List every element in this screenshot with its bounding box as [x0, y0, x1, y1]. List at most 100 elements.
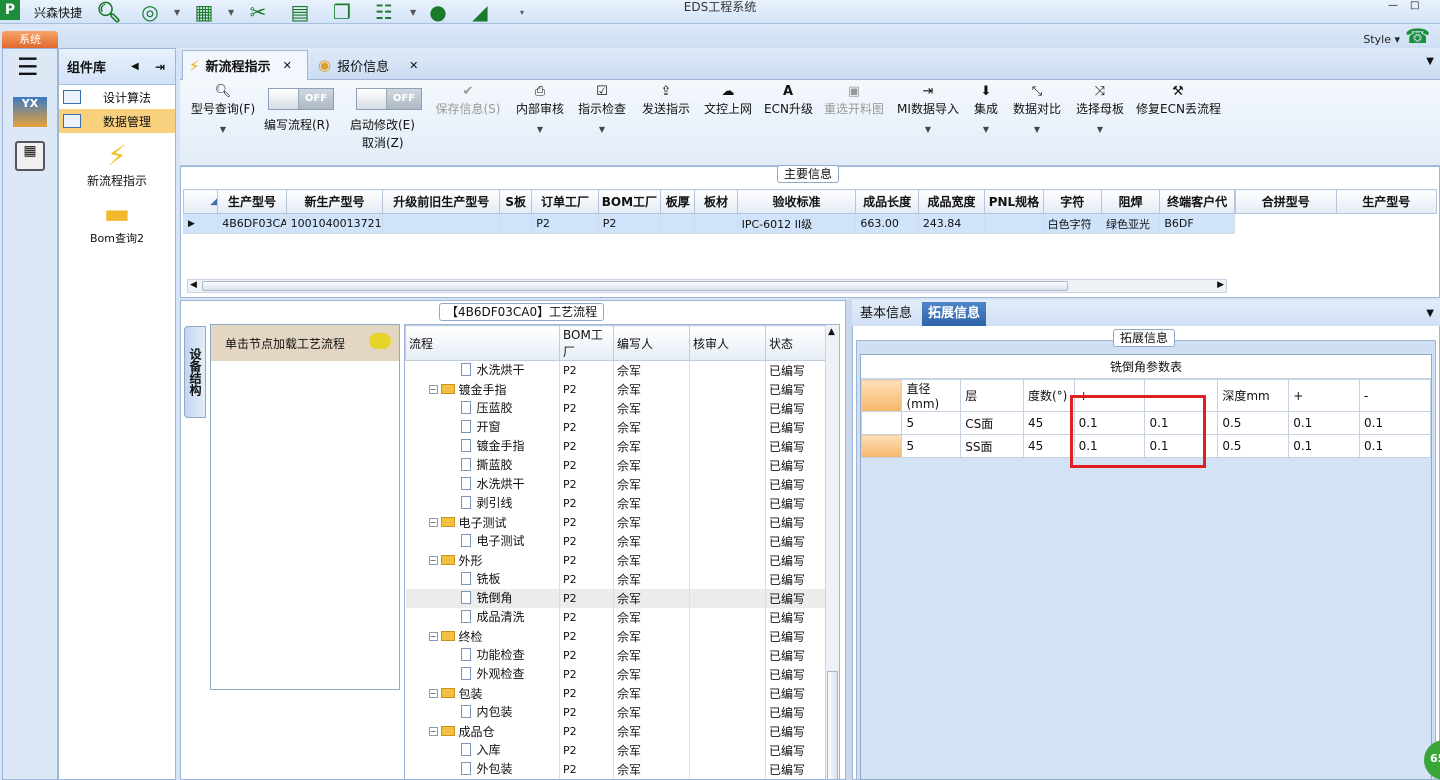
tab-list-arrow-icon[interactable]: ▼	[1426, 308, 1434, 319]
tree-file-node[interactable]: 外包装	[409, 760, 513, 777]
main-cell[interactable]: 10010400137210	[285, 213, 384, 234]
fix-ecn-flow-button[interactable]: ⚒ 修复ECN丢流程	[1136, 84, 1221, 117]
tree-row[interactable]: 外包装 P2 佘军 已编写	[405, 759, 828, 779]
collapse-icon[interactable]: −	[428, 688, 438, 698]
tree-row[interactable]: − 镀金手指 P2 佘军 已编写	[405, 379, 828, 399]
tree-folder-node[interactable]: − 镀金手指	[409, 381, 507, 398]
minimize-icon[interactable]: —	[1388, 0, 1398, 11]
main-cell[interactable]: B6DF	[1159, 213, 1235, 234]
tree-row[interactable]: 水洗烘干 P2 佘军 已编写	[405, 360, 828, 380]
collapse-icon[interactable]: −	[428, 517, 438, 527]
vertical-tab-equipment[interactable]: 设备结构	[184, 326, 206, 418]
main-col-header[interactable]: 板厚	[660, 189, 696, 214]
chamfer-col-header[interactable]: +	[1288, 379, 1361, 412]
scroll-left-icon[interactable]: ◀	[190, 280, 197, 290]
tree-row[interactable]: − 电子测试 P2 佘军 已编写	[405, 512, 828, 532]
main-col-header[interactable]: 阻焊	[1100, 189, 1161, 214]
tree-folder-node[interactable]: − 包装	[409, 685, 483, 702]
collapse-icon[interactable]: −	[428, 726, 438, 736]
tree-file-node[interactable]: 水洗烘干	[409, 475, 525, 492]
tree-file-node[interactable]: 铣板	[409, 570, 501, 587]
row-pointer-icon[interactable]: ▶	[182, 213, 219, 234]
tree-row[interactable]: − 成品仓 P2 佘军 已编写	[405, 721, 828, 741]
tree-file-node[interactable]: 入库	[409, 741, 501, 758]
collapse-icon[interactable]: −	[428, 631, 438, 641]
pin-icon[interactable]: ⇥	[155, 60, 165, 74]
write-flow-toggle[interactable]: OFF	[268, 88, 334, 110]
tile-bom-query[interactable]: ▬ Bom查询2	[59, 197, 175, 246]
tree-row[interactable]: 外观检查 P2 佘军 已编写	[405, 664, 828, 684]
main-col-header[interactable]: 字符	[1042, 189, 1103, 214]
chamfer-cell[interactable]: 0.1	[1288, 411, 1361, 435]
model-query-button[interactable]: 🔍︎ 型号查询(F) ▼	[186, 84, 260, 134]
tree-file-node[interactable]: 开窗	[409, 418, 501, 435]
tree-row[interactable]: 镀金手指 P2 佘军 已编写	[405, 436, 828, 456]
chamfer-cell[interactable]: 0.1	[1288, 434, 1361, 458]
tree-row[interactable]: 入库 P2 佘军 已编写	[405, 740, 828, 760]
factory-icon[interactable]: YX	[13, 97, 47, 127]
tree-col-header[interactable]: 编写人	[613, 325, 690, 361]
tree-row[interactable]: − 包装 P2 佘军 已编写	[405, 683, 828, 703]
system-tab[interactable]: 系统	[2, 31, 58, 48]
main-cell[interactable]: 4B6DF03CA0	[217, 213, 287, 234]
tab-basic-info[interactable]: 基本信息	[854, 302, 918, 326]
tree-row[interactable]: 内包装 P2 佘军 已编写	[405, 702, 828, 722]
tree-file-node[interactable]: 压蓝胶	[409, 399, 513, 416]
chamfer-cell[interactable]: 0.1	[1359, 411, 1431, 435]
tree-col-header[interactable]: BOM工厂	[559, 325, 614, 361]
tab-list-arrow-icon[interactable]: ▼	[1426, 56, 1434, 67]
tree-row[interactable]: 水洗烘干 P2 佘军 已编写	[405, 474, 828, 494]
start-modify-toggle[interactable]: OFF	[356, 88, 422, 110]
tree-folder-node[interactable]: − 终检	[409, 628, 483, 645]
close-icon[interactable]: ✕	[409, 59, 418, 72]
library-item-design-algorithm[interactable]: 设计算法	[59, 85, 175, 109]
main-cell[interactable]	[382, 213, 501, 234]
chamfer-cell[interactable]: 5	[901, 411, 962, 435]
main-cell[interactable]: 243.84	[917, 213, 986, 234]
chamfer-col-header[interactable]: -	[1359, 379, 1431, 412]
close-icon[interactable]: ✕	[283, 59, 292, 72]
merge-col-header[interactable]: 合拼型号	[1235, 189, 1337, 214]
mi-import-button[interactable]: ⇥ MI数据导入 ▼	[896, 84, 960, 134]
phone-icon[interactable]: ☎	[1405, 24, 1430, 48]
main-col-header[interactable]: 成品长度	[855, 189, 919, 214]
main-cell[interactable]	[694, 213, 738, 234]
main-col-header[interactable]: 成品宽度	[917, 189, 986, 214]
tree-file-node[interactable]: 内包装	[409, 703, 513, 720]
integrate-button[interactable]: ⬇ 集成 ▼	[972, 84, 1000, 134]
scroll-up-icon[interactable]: ▲	[828, 327, 835, 337]
chamfer-cell[interactable]: 0.5	[1217, 434, 1290, 458]
chamfer-cell[interactable]: 5	[901, 434, 962, 458]
row-header-cell[interactable]	[860, 411, 903, 435]
tree-col-header[interactable]: 核审人	[689, 325, 766, 361]
send-instruction-button[interactable]: ⇪ 发送指示	[640, 84, 692, 117]
row-header-cell[interactable]	[860, 434, 903, 458]
main-col-header[interactable]: PNL规格	[984, 189, 1044, 214]
tree-row[interactable]: 功能检查 P2 佘军 已编写	[405, 645, 828, 665]
maximize-icon[interactable]: □	[1410, 0, 1419, 11]
select-mother-board-button[interactable]: ⤨ 选择母板 ▼	[1074, 84, 1126, 134]
collapse-left-icon[interactable]: ◀	[131, 61, 139, 72]
tree-row[interactable]: − 终检 P2 佘军 已编写	[405, 626, 828, 646]
main-cell[interactable]	[660, 213, 696, 234]
style-menu[interactable]: Style ▾	[1363, 33, 1400, 46]
main-col-header[interactable]: S板	[499, 189, 533, 214]
tree-file-node[interactable]: 水洗烘干	[409, 361, 525, 378]
corner-cell[interactable]: ◢	[182, 189, 219, 214]
main-col-header[interactable]: 验收标准	[736, 189, 857, 214]
chamfer-cell[interactable]: 0.5	[1217, 411, 1290, 435]
scroll-thumb[interactable]	[827, 671, 838, 779]
reselect-cut-chart-button[interactable]: ▣ 重选开料图	[822, 84, 886, 117]
tree-file-node[interactable]: 铣倒角	[409, 589, 513, 606]
main-cell[interactable]: 绿色亚光	[1100, 213, 1161, 234]
chamfer-col-header[interactable]: 直径(mm)	[901, 379, 962, 412]
chamfer-cell[interactable]: SS面	[960, 434, 1024, 458]
tree-file-node[interactable]: 功能检查	[409, 646, 525, 663]
main-cell[interactable]: 663.00	[855, 213, 919, 234]
chamfer-cell[interactable]: 45	[1022, 411, 1075, 435]
chamfer-col-header[interactable]: 深度mm	[1217, 379, 1290, 412]
ecn-upgrade-button[interactable]: A ECN升级	[764, 84, 813, 117]
menu-icon[interactable]: ☰	[17, 55, 39, 79]
main-col-header[interactable]: 终端客户代	[1159, 189, 1235, 214]
data-compare-button[interactable]: ⤡ 数据对比 ▼	[1012, 84, 1062, 134]
